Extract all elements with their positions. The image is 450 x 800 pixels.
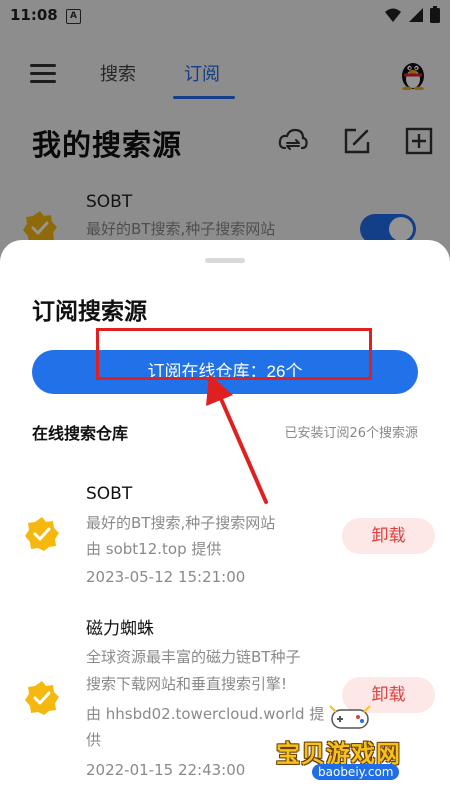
- item-date: 2023-05-12 15:21:00: [86, 568, 246, 586]
- item-provider: 由 sobt12.top 提供: [86, 540, 222, 558]
- item-name: SOBT: [86, 484, 133, 504]
- gamepad-icon: [329, 705, 371, 729]
- item-desc: 最好的BT搜索,种子搜索网站: [86, 514, 276, 532]
- item-desc: 搜索下载网站和垂直搜索引擎!: [86, 675, 288, 693]
- installed-count: 已安装订阅26个搜索源: [284, 426, 418, 441]
- item-desc: 全球资源最丰富的磁力链BT种子: [86, 648, 301, 666]
- verified-badge-icon: [25, 681, 59, 715]
- verified-badge-icon: [25, 517, 59, 551]
- watermark: 宝贝游戏网 baobeiy.com: [272, 704, 432, 782]
- sheet-drag-handle[interactable]: [205, 258, 245, 263]
- item-date: 2022-01-15 22:43:00: [86, 761, 246, 779]
- item-provider: 供: [86, 731, 102, 749]
- item-name: 磁力蜘蛛: [86, 619, 154, 639]
- uninstall-button[interactable]: 卸载: [342, 518, 435, 554]
- annotation-highlight-box: [96, 328, 372, 380]
- online-repo-label: 在线搜索仓库: [32, 424, 129, 443]
- sheet-title: 订阅搜索源: [32, 299, 147, 325]
- watermark-url: baobeiy.com: [312, 764, 400, 780]
